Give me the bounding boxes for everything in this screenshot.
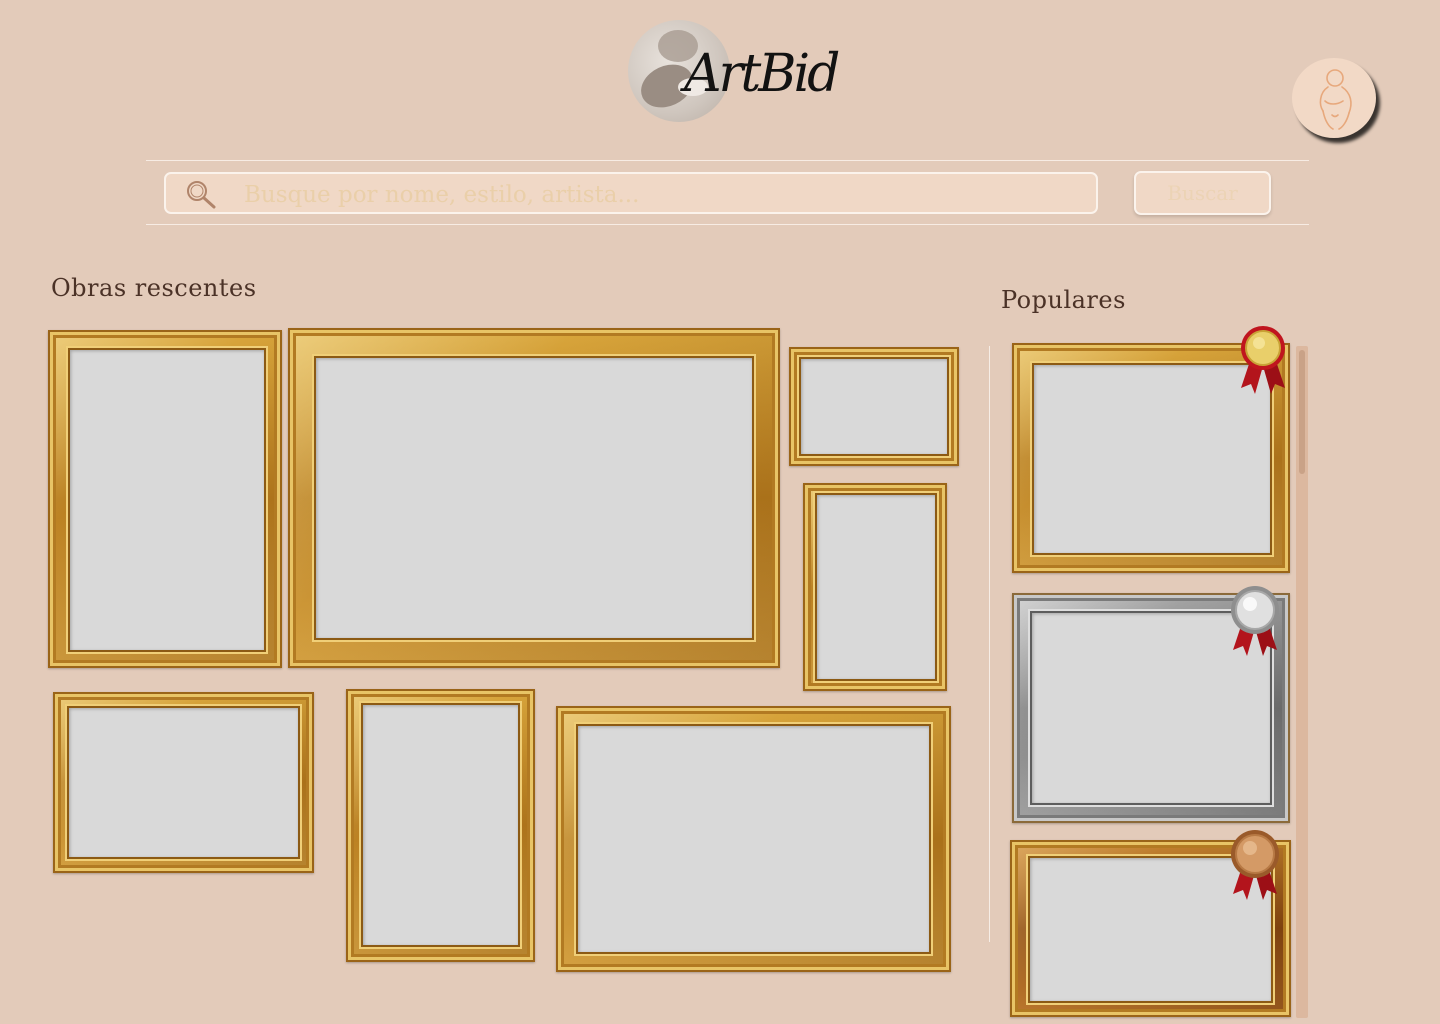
artwork-frame[interactable] [789,347,959,466]
search-button[interactable]: Buscar [1134,171,1271,215]
user-icon [1319,69,1352,130]
section-divider [989,346,990,942]
logo-text: ArtBid [684,44,840,104]
user-avatar[interactable] [1292,58,1376,138]
search-icon [187,181,216,209]
artwork-canvas [578,726,929,952]
popular-scrollbar-thumb[interactable] [1299,350,1305,474]
artwork-frame[interactable] [346,689,535,962]
artwork-canvas [316,358,752,638]
recent-section-title: Obras rescentes [51,274,257,302]
logo[interactable]: ArtBid [626,18,856,126]
artwork-canvas [801,359,947,454]
artwork-canvas [69,708,298,857]
popular-section-title: Populares [1001,286,1126,314]
artwork-canvas [363,705,518,945]
artwork-canvas [817,495,935,679]
artwork-frame[interactable] [288,328,780,668]
silver-medal-icon [1231,586,1279,656]
search-box[interactable] [164,172,1098,214]
search-top-rule [146,160,1309,161]
artwork-canvas [70,350,264,650]
artwork-frame[interactable] [53,692,314,873]
search-bottom-rule [146,224,1309,225]
bronze-medal-icon [1231,830,1279,900]
artwork-frame[interactable] [48,330,282,668]
artwork-frame[interactable] [803,483,947,691]
artwork-frame[interactable] [556,706,951,972]
search-input[interactable] [242,178,1086,212]
gold-medal-icon [1241,326,1285,394]
